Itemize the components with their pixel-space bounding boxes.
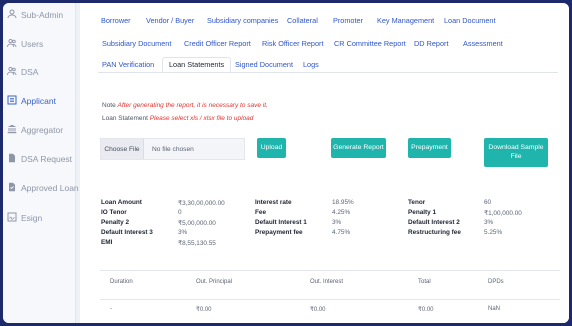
interest-rate-label: Interest rate bbox=[255, 199, 292, 206]
tab-subsidiary-document[interactable]: Subsidiary Document bbox=[102, 39, 171, 48]
tab-cr-committee-report[interactable]: CR Committee Report bbox=[334, 39, 406, 48]
penalty-2-value: ₹5,00,000.00 bbox=[178, 220, 216, 227]
table-header-total: Total bbox=[418, 279, 431, 285]
sidebar-item-label: Esign bbox=[21, 213, 43, 223]
interest-rate-value: 18.95% bbox=[332, 199, 354, 206]
sidebar-item-users[interactable]: Users bbox=[7, 36, 43, 52]
sidebar-item-label: Users bbox=[21, 39, 44, 49]
table-cell-out-interest: ₹0.00 bbox=[310, 307, 326, 313]
tab-key-management[interactable]: Key Management bbox=[377, 16, 434, 25]
table-cell-out-principal: ₹0.00 bbox=[196, 307, 212, 313]
emi-label: EMI bbox=[101, 239, 113, 246]
tab-credit-officer-report[interactable]: Credit Officer Report bbox=[184, 39, 251, 48]
file-check-icon bbox=[7, 182, 17, 194]
sidebar-item-label: DSA bbox=[21, 67, 39, 77]
prepayment-fee-label: Prepayment fee bbox=[255, 229, 303, 236]
tab-promoter[interactable]: Promoter bbox=[333, 16, 363, 25]
tab-signed-document[interactable]: Signed Document bbox=[235, 60, 293, 69]
fee-value: 4.25% bbox=[332, 209, 351, 216]
upload-button[interactable]: Upload bbox=[257, 138, 286, 158]
prepayment-fee-value: 4.75% bbox=[332, 229, 351, 236]
note-text: After generating the report, it is neces… bbox=[117, 102, 268, 109]
generate-report-button[interactable]: Generate Report bbox=[331, 138, 386, 158]
penalty-1-label: Penalty 1 bbox=[408, 209, 437, 216]
tab-divider bbox=[98, 72, 558, 73]
sidebar-item-label: Aggregator bbox=[21, 125, 64, 135]
tab-collateral[interactable]: Collateral bbox=[287, 16, 318, 25]
tab-risk-officer-report[interactable]: Risk Officer Report bbox=[262, 39, 324, 48]
tab-subsidiary-companies[interactable]: Subsidiary companies bbox=[207, 16, 278, 25]
sidebar-item-esign[interactable]: Esign bbox=[7, 210, 42, 226]
default-interest-1-label: Default Interest 1 bbox=[255, 219, 307, 226]
default-interest-2-label: Default Interest 2 bbox=[408, 219, 460, 226]
default-interest-3-label: Default Interest 3 bbox=[101, 229, 153, 236]
tenor-value: 60 bbox=[484, 199, 492, 206]
prepayment-button[interactable]: Prepayment bbox=[408, 138, 451, 158]
tab-vendor-buyer[interactable]: Vendor / Buyer bbox=[146, 16, 194, 25]
tab-logs[interactable]: Logs bbox=[303, 60, 319, 69]
sidebar-item-label: Applicant bbox=[21, 96, 56, 106]
table-cell-duration: - bbox=[110, 306, 112, 312]
loan-amount-value: ₹3,30,00,000.00 bbox=[178, 200, 225, 207]
sidebar-item-approved-loan[interactable]: Approved Loan bbox=[7, 180, 79, 196]
tab-loan-document[interactable]: Loan Document bbox=[444, 16, 496, 25]
table-header-duration: Duration bbox=[110, 279, 133, 285]
tab-assessment[interactable]: Assessment bbox=[463, 39, 503, 48]
restructuring-fee-label: Restructuring fee bbox=[408, 229, 461, 236]
bank-icon bbox=[7, 124, 17, 136]
sidebar: Sub-Admin Users DSA Applicant Aggregator… bbox=[3, 3, 79, 323]
users-icon bbox=[7, 38, 17, 50]
choose-file-button[interactable]: Choose File bbox=[101, 139, 144, 159]
file-input[interactable]: Choose File No file chosen bbox=[100, 138, 245, 160]
table-header-out-interest: Out. Interest bbox=[310, 279, 344, 285]
io-tenor-value: 0 bbox=[178, 209, 182, 216]
restructuring-fee-value: 5.25% bbox=[484, 229, 503, 236]
default-interest-2-value: 3% bbox=[484, 219, 494, 226]
statement-table-header bbox=[100, 270, 560, 300]
default-interest-3-value: 3% bbox=[178, 229, 188, 236]
users-icon bbox=[7, 66, 17, 78]
sidebar-item-label: Approved Loan bbox=[21, 183, 79, 193]
sidebar-item-dsa-request[interactable]: DSA Request bbox=[7, 151, 72, 167]
table-header-out-principal: Out. Principal bbox=[196, 279, 233, 285]
document-list-icon bbox=[7, 95, 17, 107]
statement-text: Please select xls / xlsx file to upload bbox=[149, 115, 254, 122]
user-group-icon bbox=[7, 9, 17, 21]
table-cell-total: ₹0.00 bbox=[418, 307, 434, 313]
main-panel: Borrower Vendor / Buyer Subsidiary compa… bbox=[80, 3, 569, 323]
sidebar-item-dsa[interactable]: DSA bbox=[7, 64, 38, 80]
io-tenor-label: IO Tenor bbox=[101, 209, 127, 216]
file-status: No file chosen bbox=[152, 145, 194, 153]
loan-amount-label: Loan Amount bbox=[101, 199, 142, 206]
sidebar-item-sub-admin[interactable]: Sub-Admin bbox=[7, 7, 63, 23]
note-label: Note bbox=[102, 102, 116, 109]
penalty-1-value: ₹1,00,000.00 bbox=[484, 210, 522, 217]
table-cell-dpds: NaN bbox=[488, 306, 501, 312]
note-line: Note After generating the report, it is … bbox=[102, 102, 268, 109]
tab-borrower[interactable]: Borrower bbox=[101, 16, 131, 25]
tab-loan-statements[interactable]: Loan Statements bbox=[162, 57, 232, 72]
tab-dd-report[interactable]: DD Report bbox=[414, 39, 448, 48]
penalty-2-label: Penalty 2 bbox=[101, 219, 130, 226]
sidebar-item-aggregator[interactable]: Aggregator bbox=[7, 122, 63, 138]
default-interest-1-value: 3% bbox=[332, 219, 342, 226]
table-header-dpds: DPDs bbox=[488, 279, 504, 285]
tenor-label: Tenor bbox=[408, 199, 426, 206]
fee-label: Fee bbox=[255, 209, 267, 216]
tab-pan-verification[interactable]: PAN Verification bbox=[102, 60, 154, 69]
sidebar-item-label: DSA Request bbox=[21, 154, 73, 164]
statement-label: Loan Statement bbox=[102, 115, 148, 122]
signature-icon bbox=[7, 212, 17, 224]
sidebar-item-applicant[interactable]: Applicant bbox=[7, 93, 56, 109]
download-sample-file-button[interactable]: Download Sample File bbox=[484, 138, 548, 167]
file-icon bbox=[7, 153, 17, 165]
emi-value: ₹8,55,130.55 bbox=[178, 240, 216, 247]
statement-note-line: Loan Statement Please select xls / xlsx … bbox=[102, 115, 253, 122]
sidebar-item-label: Sub-Admin bbox=[21, 10, 64, 20]
app-window: Sub-Admin Users DSA Applicant Aggregator… bbox=[3, 3, 569, 323]
